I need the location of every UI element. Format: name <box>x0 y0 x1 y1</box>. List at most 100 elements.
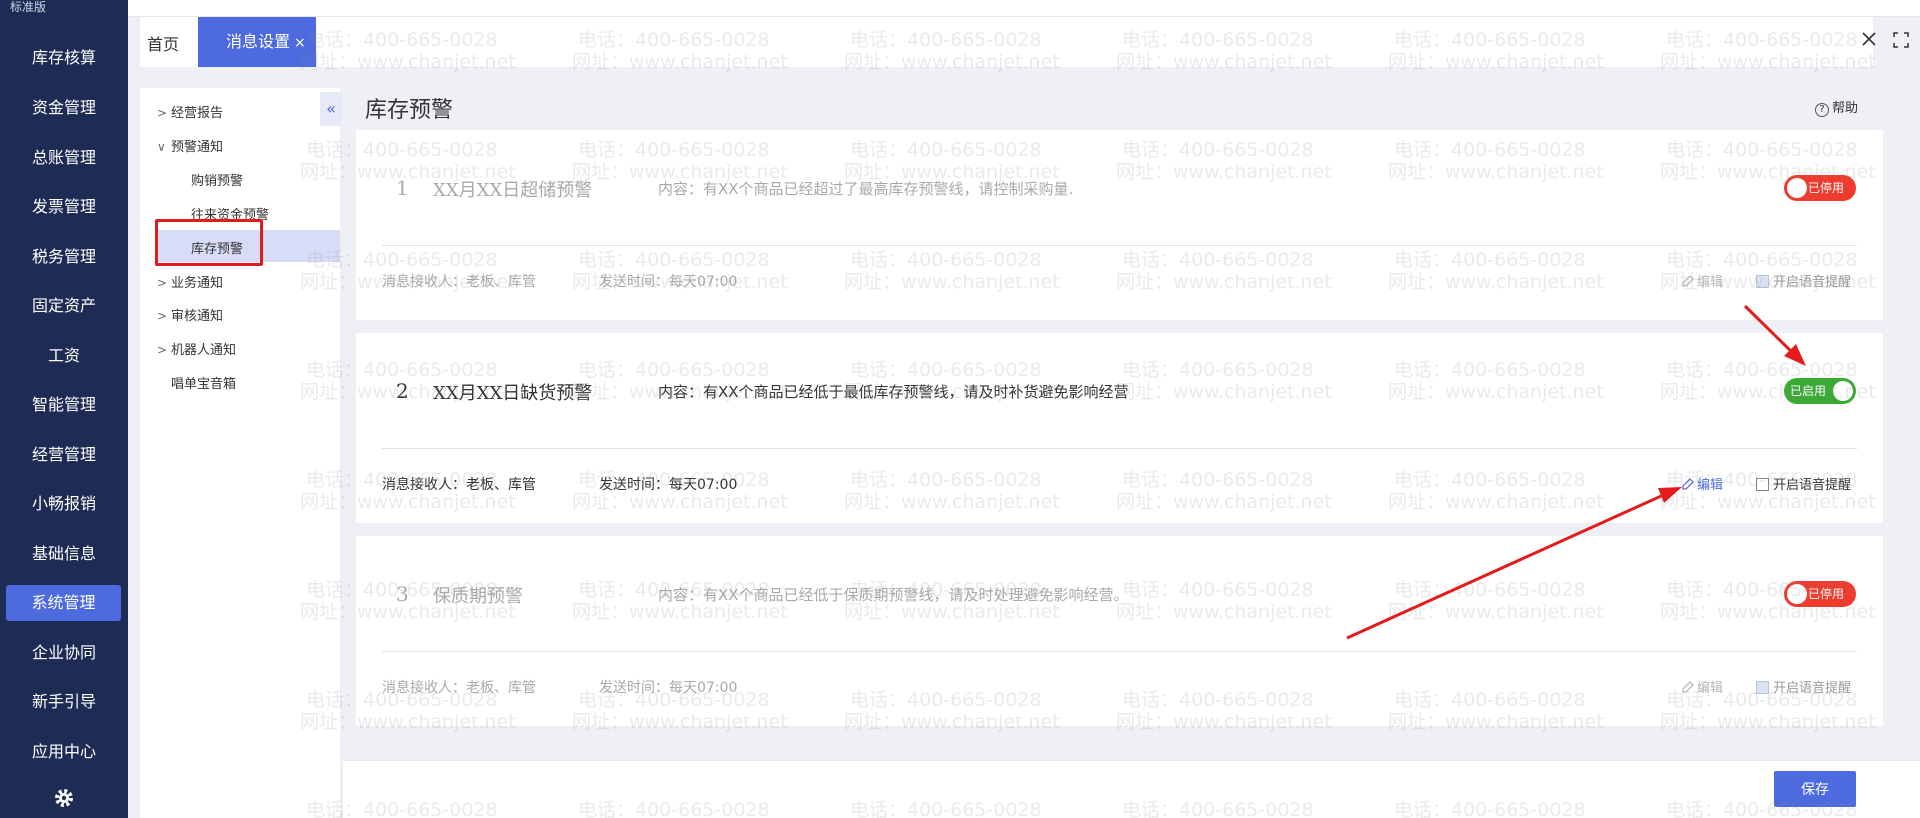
toggle-knob <box>1833 381 1853 401</box>
alert-card-shelf-life: 3 保质期预警 内容：有XX个商品已经低于保质期预警线，请及时处理避免影响经营。… <box>356 536 1883 726</box>
tree-item-label: 经营报告 <box>171 106 224 121</box>
tab-message-settings[interactable]: 消息设置 × <box>198 17 316 67</box>
card-content: 内容：有XX个商品已经超过了最高库存预警线，请控制采购量. <box>658 180 1074 198</box>
left-nav: 标准版 库存核算 资金管理 总账管理 发票管理 税务管理 固定资产 工资 智能管… <box>0 0 128 818</box>
tree-item-purchase-sales-alert[interactable]: 购销预警 <box>191 170 243 189</box>
help-icon: ? <box>1815 103 1829 117</box>
nav-item-ledger[interactable]: 总账管理 <box>0 140 128 176</box>
edit-label: 编辑 <box>1697 681 1724 696</box>
chevron-right-icon: > <box>157 106 168 120</box>
edit-icon <box>1682 681 1694 693</box>
nav-item-basic-info[interactable]: 基础信息 <box>0 536 128 572</box>
card-send-time: 发送时间：每天07:00 <box>599 477 738 493</box>
card-send-time: 发送时间：每天07:00 <box>599 680 738 696</box>
edit-icon <box>1682 275 1694 287</box>
card-divider <box>382 651 1857 652</box>
tree-item-speaker[interactable]: 唱单宝音箱 <box>171 373 236 392</box>
tree-item-alert-notice[interactable]: ∨ 预警通知 <box>157 136 223 155</box>
toggle-knob <box>1787 178 1807 198</box>
tree-item-robot-notice[interactable]: > 机器人通知 <box>157 339 236 358</box>
nav-item-expense[interactable]: 小畅报销 <box>0 486 128 522</box>
tab-home[interactable]: 首页 <box>147 31 179 55</box>
toggle-label: 已启用 <box>1790 384 1827 398</box>
chevron-right-icon: > <box>157 343 168 357</box>
tab-label: 消息设置 <box>226 32 291 51</box>
edition-label: 标准版 <box>10 0 47 14</box>
nav-item-tax[interactable]: 税务管理 <box>0 239 128 275</box>
tree-item-business-report[interactable]: > 经营报告 <box>157 102 223 121</box>
nav-item-smart-management[interactable]: 智能管理 <box>0 387 128 423</box>
card-recipients: 消息接收人：老板、库管 <box>382 274 536 290</box>
tree-item-label: 审核通知 <box>171 309 224 324</box>
nav-item-business-management[interactable]: 经营管理 <box>0 437 128 473</box>
nav-item-payroll[interactable]: 工资 <box>0 338 128 374</box>
card-send-time: 发送时间：每天07:00 <box>599 274 738 290</box>
nav-item-inventory-accounting[interactable]: 库存核算 <box>0 40 128 76</box>
edit-link[interactable]: 编辑 <box>1682 271 1723 290</box>
tree-item-business-notice[interactable]: > 业务通知 <box>157 272 223 291</box>
card-title: XX月XX日缺货预警 <box>433 383 593 404</box>
card-recipients: 消息接收人：老板、库管 <box>382 680 536 696</box>
card-content: 内容：有XX个商品已经低于保质期预警线，请及时处理避免影响经营。 <box>658 586 1129 604</box>
alert-card-shortage: 2 XX月XX日缺货预警 内容：有XX个商品已经低于最低库存预警线，请及时补货避… <box>356 333 1883 523</box>
voice-label: 开启语音提醒 <box>1773 681 1852 696</box>
chevron-down-icon: ∨ <box>157 140 166 154</box>
help-label: 帮助 <box>1832 101 1859 116</box>
toggle-knob <box>1787 584 1807 604</box>
edit-link[interactable]: 编辑 <box>1682 677 1723 696</box>
settings-sidebar <box>140 88 340 818</box>
top-strip <box>128 0 1920 17</box>
nav-item-guide[interactable]: 新手引导 <box>0 684 128 720</box>
chevron-right-icon: > <box>157 276 168 290</box>
edit-link[interactable]: 编辑 <box>1682 474 1723 493</box>
status-toggle[interactable]: 已启用 <box>1784 378 1856 404</box>
footer-bar <box>343 760 1920 818</box>
toggle-label: 已停用 <box>1808 181 1845 195</box>
tree-item-label: 机器人通知 <box>171 343 237 358</box>
nav-item-collaboration[interactable]: 企业协同 <box>0 635 128 671</box>
card-content: 内容：有XX个商品已经低于最低库存预警线，请及时补货避免影响经营 <box>658 383 1129 401</box>
nav-item-system-management[interactable]: 系统管理 <box>6 585 121 621</box>
card-title: 保质期预警 <box>433 586 523 607</box>
tree-item-label: 业务通知 <box>171 276 224 291</box>
checkbox-icon <box>1756 681 1769 694</box>
collapse-sidebar-icon[interactable]: « <box>320 92 342 126</box>
status-toggle[interactable]: 已停用 <box>1784 581 1856 607</box>
card-number: 1 <box>396 176 409 200</box>
edit-icon <box>1682 478 1694 490</box>
fullscreen-icon[interactable] <box>1893 32 1909 48</box>
nav-item-invoices[interactable]: 发票管理 <box>0 189 128 225</box>
close-tab-icon[interactable]: × <box>294 35 306 51</box>
help-link[interactable]: ? 帮助 <box>1815 97 1858 117</box>
card-recipients: 消息接收人：老板、库管 <box>382 477 536 493</box>
gear-icon[interactable] <box>52 786 76 810</box>
tree-item-review-notice[interactable]: > 审核通知 <box>157 305 223 324</box>
alert-card-overstock: 1 XX月XX日超储预警 内容：有XX个商品已经超过了最高库存预警线，请控制采购… <box>356 130 1883 320</box>
voice-label: 开启语音提醒 <box>1773 275 1852 290</box>
voice-reminder-checkbox[interactable]: 开启语音提醒 <box>1756 271 1851 290</box>
close-icon[interactable] <box>1860 30 1878 48</box>
card-title: XX月XX日超储预警 <box>433 180 593 201</box>
chevron-right-icon: > <box>157 309 168 323</box>
nav-item-fixed-assets[interactable]: 固定资产 <box>0 288 128 324</box>
voice-label: 开启语音提醒 <box>1773 478 1852 493</box>
nav-item-app-center[interactable]: 应用中心 <box>0 734 128 770</box>
nav-item-funds[interactable]: 资金管理 <box>0 90 128 126</box>
card-number: 3 <box>396 582 409 606</box>
edit-label: 编辑 <box>1697 478 1724 493</box>
highlight-annotation <box>155 219 263 266</box>
edit-label: 编辑 <box>1697 275 1724 290</box>
card-number: 2 <box>396 379 409 403</box>
checkbox-icon <box>1756 275 1769 288</box>
voice-reminder-checkbox[interactable]: 开启语音提醒 <box>1756 677 1851 696</box>
voice-reminder-checkbox[interactable]: 开启语音提醒 <box>1756 474 1851 493</box>
checkbox-icon <box>1756 478 1769 491</box>
save-button[interactable]: 保存 <box>1774 771 1856 807</box>
tree-item-label: 预警通知 <box>171 140 224 155</box>
status-toggle[interactable]: 已停用 <box>1784 175 1856 201</box>
toggle-label: 已停用 <box>1808 587 1845 601</box>
tab-bar <box>140 17 1873 67</box>
page-title: 库存预警 <box>365 98 454 123</box>
card-divider <box>382 245 1857 246</box>
card-divider <box>382 448 1857 449</box>
